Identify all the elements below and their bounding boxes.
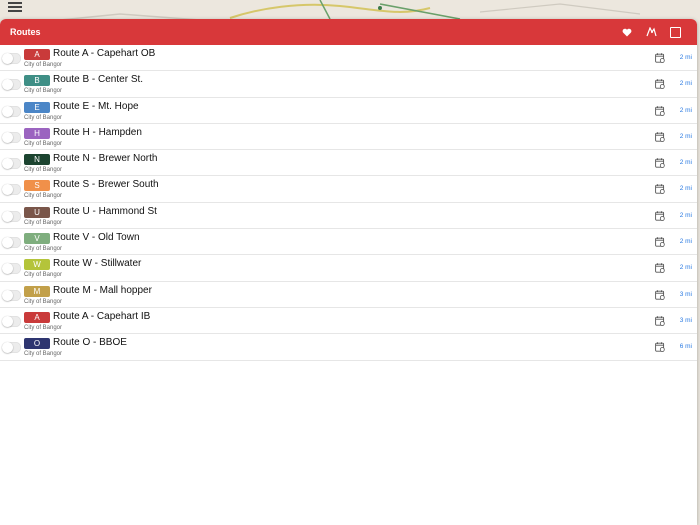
- schedule-icon[interactable]: [655, 342, 665, 353]
- heart-icon[interactable]: [615, 19, 639, 45]
- route-distance: 2 mi: [679, 211, 692, 219]
- menu-icon[interactable]: [8, 2, 22, 12]
- route-toggle[interactable]: [2, 79, 21, 91]
- route-agency: City of Bangor: [24, 298, 63, 305]
- route-agency: City of Bangor: [24, 193, 63, 200]
- route-badge: U: [24, 206, 50, 218]
- route-name: Route W - Stillwater: [53, 258, 142, 270]
- route-name: Route A - Capehart IB: [53, 310, 151, 322]
- route-distance: 2 mi: [679, 106, 692, 114]
- routes-panel: Routes A Route A - Capehart OB City of Ban…: [0, 19, 697, 525]
- route-agency: City of Bangor: [24, 351, 63, 358]
- schedule-icon[interactable]: [655, 316, 665, 326]
- route-agency: City of Bangor: [24, 324, 63, 331]
- route-toggle[interactable]: [2, 53, 21, 64]
- route-toggle[interactable]: [2, 210, 21, 222]
- transit-icon[interactable]: [639, 19, 663, 45]
- route-agency: City of Bangor: [24, 167, 63, 174]
- schedule-icon[interactable]: [655, 237, 665, 247]
- route-row[interactable]: U Route U - Hammond St City of Bangor 2 mi: [0, 203, 697, 230]
- route-row[interactable]: H Route H - Hampden City of Bangor 2 mi: [0, 124, 697, 151]
- route-agency: City of Bangor: [24, 140, 63, 147]
- route-toggle[interactable]: [2, 289, 21, 301]
- schedule-icon[interactable]: [655, 289, 665, 300]
- route-name: Route A - Capehart OB: [53, 48, 156, 59]
- route-badge: H: [24, 127, 50, 139]
- route-distance: 6 mi: [679, 343, 692, 351]
- route-distance: 2 mi: [679, 264, 692, 272]
- route-row[interactable]: B Route B - Center St. City of Bangor 2 mi: [0, 71, 697, 98]
- route-row[interactable]: W Route W - Stillwater City of Bangor 2 mi: [0, 255, 697, 282]
- route-badge: N: [24, 154, 50, 166]
- schedule-icon[interactable]: [655, 105, 665, 116]
- route-name: Route O - BBOE: [53, 337, 127, 349]
- route-badge: B: [24, 75, 50, 87]
- schedule-icon[interactable]: [655, 184, 665, 195]
- route-toggle[interactable]: [2, 342, 21, 354]
- schedule-icon[interactable]: [655, 211, 665, 221]
- route-name: Route B - Center St.: [53, 74, 144, 86]
- route-row[interactable]: A Route A - Capehart IB City of Bangor 3 mi: [0, 308, 697, 335]
- route-agency: City of Bangor: [24, 272, 63, 279]
- route-name: Route U - Hammond St: [53, 205, 157, 217]
- route-agency: City of Bangor: [24, 246, 63, 253]
- route-name: Route S - Brewer South: [53, 179, 159, 191]
- square-icon[interactable]: [663, 19, 687, 45]
- route-row[interactable]: M Route M - Mall hopper City of Bangor 3 mi: [0, 282, 697, 308]
- route-badge: W: [24, 259, 50, 271]
- route-toggle[interactable]: [2, 131, 21, 143]
- route-name: Route H - Hampden: [53, 126, 142, 138]
- route-toggle[interactable]: [2, 105, 21, 117]
- route-badge: M: [24, 285, 50, 297]
- route-name: Route V - Old Town: [53, 232, 140, 244]
- route-name: Route M - Mall hopper: [53, 284, 152, 296]
- route-distance: 2 mi: [679, 159, 692, 167]
- schedule-icon[interactable]: [655, 79, 665, 90]
- route-distance: 2 mi: [679, 80, 692, 88]
- route-agency: City of Bangor: [24, 88, 63, 95]
- route-list: A Route A - Capehart OB City of Bangor 2 mi…: [0, 45, 697, 361]
- route-distance: 2 mi: [679, 132, 692, 140]
- route-toggle[interactable]: [2, 158, 21, 170]
- route-agency: City of Bangor: [24, 219, 63, 226]
- schedule-icon[interactable]: [655, 263, 665, 274]
- page-title: Routes: [10, 27, 41, 37]
- route-distance: 2 mi: [679, 238, 692, 246]
- route-badge: A: [24, 49, 50, 60]
- route-toggle[interactable]: [2, 237, 21, 249]
- route-toggle[interactable]: [2, 315, 21, 327]
- route-row[interactable]: A Route A - Capehart OB City of Bangor 2 mi: [0, 45, 697, 72]
- route-distance: 2 mi: [679, 185, 692, 193]
- route-row[interactable]: E Route E - Mt. Hope City of Bangor 2 mi: [0, 98, 697, 124]
- route-badge: S: [24, 180, 50, 192]
- route-badge: V: [24, 233, 50, 245]
- schedule-icon[interactable]: [655, 53, 665, 63]
- schedule-icon[interactable]: [655, 132, 665, 142]
- route-badge: O: [24, 338, 50, 350]
- routes-header: Routes: [0, 19, 697, 45]
- route-distance: 3 mi: [679, 316, 692, 324]
- schedule-icon[interactable]: [655, 158, 665, 169]
- route-row[interactable]: N Route N - Brewer North City of Bangor 2 m…: [0, 150, 697, 177]
- route-toggle[interactable]: [2, 184, 21, 196]
- route-row[interactable]: O Route O - BBOE City of Bangor 6 mi: [0, 334, 697, 361]
- route-distance: 3 mi: [679, 290, 692, 298]
- route-row[interactable]: S Route S - Brewer South City of Bangor 2 m…: [0, 176, 697, 203]
- route-agency: City of Bangor: [24, 114, 63, 121]
- route-toggle[interactable]: [2, 263, 21, 275]
- route-row[interactable]: V Route V - Old Town City of Bangor 2 mi: [0, 229, 697, 256]
- route-agency: City of Bangor: [24, 62, 63, 68]
- route-name: Route E - Mt. Hope: [53, 100, 139, 112]
- route-badge: A: [24, 311, 50, 323]
- route-badge: E: [24, 101, 50, 113]
- route-name: Route N - Brewer North: [53, 153, 158, 165]
- route-distance: 2 mi: [679, 54, 692, 61]
